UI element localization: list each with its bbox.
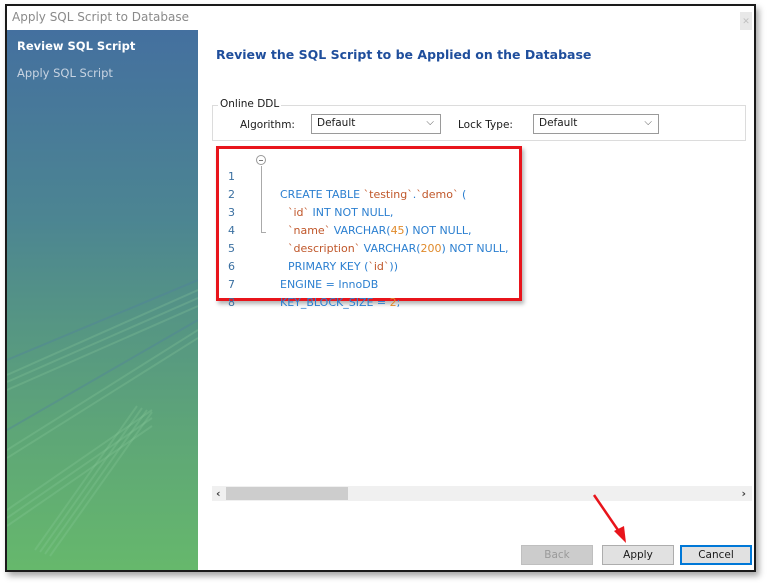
- sidebar-item-apply-sql-script: Apply SQL Script: [17, 66, 113, 80]
- online-ddl-legend: Online DDL: [218, 98, 282, 110]
- chevron-down-icon: ⌵: [426, 117, 434, 128]
- line-number: 3: [228, 206, 235, 219]
- line-number: 4: [228, 224, 235, 237]
- algorithm-value: Default: [317, 117, 356, 129]
- scrollbar-thumb[interactable]: [226, 487, 348, 500]
- lock-type-select[interactable]: Default ⌵: [533, 114, 659, 134]
- cancel-button[interactable]: Cancel: [680, 545, 752, 565]
- sidebar-background-streaks: [7, 279, 198, 557]
- horizontal-scrollbar[interactable]: ‹ ›: [212, 486, 752, 501]
- lock-type-value: Default: [539, 117, 578, 129]
- code-text: `description` VARCHAR(200) NOT NULL,: [288, 242, 509, 255]
- window-title: Apply SQL Script to Database: [12, 10, 189, 24]
- close-icon[interactable]: ✕: [740, 12, 752, 32]
- line-number: 2: [228, 188, 235, 201]
- code-line: 1 CREATE TABLE `testing`.`demo` (: [198, 150, 466, 201]
- algorithm-label: Algorithm:: [240, 119, 295, 131]
- wizard-content: Review the SQL Script to be Applied on t…: [198, 30, 754, 570]
- apply-button[interactable]: Apply: [602, 545, 674, 565]
- algorithm-select[interactable]: Default ⌵: [311, 114, 441, 134]
- line-number: 5: [228, 242, 235, 255]
- fold-guide-end: [261, 232, 266, 233]
- title-bar: Apply SQL Script to Database ✕: [7, 6, 754, 32]
- fold-guide: [261, 166, 262, 232]
- line-number: 7: [228, 278, 235, 291]
- line-number: 8: [228, 296, 235, 309]
- code-text: `id` INT NOT NULL,: [288, 206, 394, 219]
- scroll-right-icon[interactable]: ›: [741, 486, 746, 501]
- line-number: 6: [228, 260, 235, 273]
- code-line: 3 `name` VARCHAR(45) NOT NULL,: [198, 186, 472, 237]
- code-text: PRIMARY KEY (`id`)): [288, 260, 399, 273]
- sidebar-item-review-sql-script: Review SQL Script: [17, 39, 136, 53]
- annotation-arrow-icon: [592, 494, 626, 543]
- dialog-window: Apply SQL Script to Database ✕ Review SQ…: [5, 4, 756, 572]
- code-text: KEY_BLOCK_SIZE = 2;: [280, 296, 401, 309]
- line-number: 1: [228, 170, 235, 183]
- code-text: CREATE TABLE `testing`.`demo` (: [280, 188, 467, 201]
- back-button[interactable]: Back: [521, 545, 593, 565]
- code-line: 6 ENGINE = InnoDB: [198, 240, 378, 291]
- code-line: 2 `id` INT NOT NULL,: [198, 168, 393, 219]
- scroll-left-icon[interactable]: ‹: [216, 486, 221, 501]
- chevron-down-icon: ⌵: [644, 117, 652, 128]
- fold-collapse-icon[interactable]: [256, 155, 266, 165]
- code-line: 5 PRIMARY KEY (`id`)): [198, 222, 398, 273]
- lock-type-label: Lock Type:: [458, 119, 513, 131]
- code-line: 7 KEY_BLOCK_SIZE = 2;: [198, 258, 400, 309]
- code-line: 8: [198, 276, 235, 309]
- wizard-sidebar: Review SQL Script Apply SQL Script: [7, 30, 198, 570]
- page-heading: Review the SQL Script to be Applied on t…: [216, 47, 592, 62]
- code-line: 4 `description` VARCHAR(200) NOT NULL,: [198, 204, 508, 255]
- code-text: `name` VARCHAR(45) NOT NULL,: [288, 224, 472, 237]
- code-text: ENGINE = InnoDB: [280, 278, 379, 291]
